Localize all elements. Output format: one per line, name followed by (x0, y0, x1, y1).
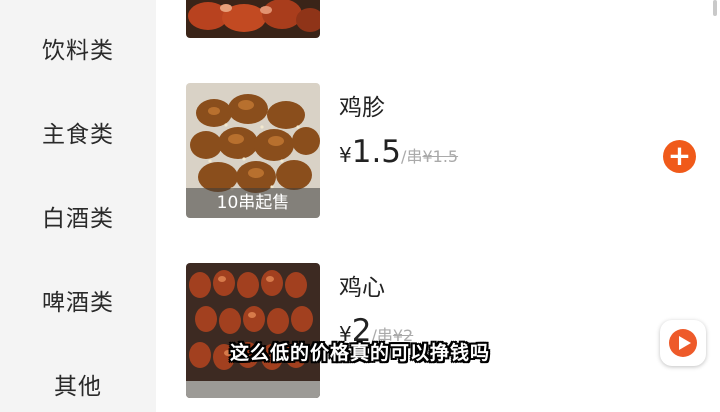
sidebar-item-baijiu[interactable]: 白酒类 (0, 199, 156, 233)
video-subtitle: 这么低的价格真的可以挣钱吗 (229, 342, 490, 364)
product-image-partial[interactable] (186, 0, 320, 38)
scrollbar[interactable] (713, 0, 717, 16)
add-to-cart-button[interactable]: + (663, 140, 696, 173)
sidebar-item-beer[interactable]: 啤酒类 (0, 283, 156, 317)
product-name: 鸡胗 (339, 95, 385, 121)
price-unit: /串 (401, 147, 423, 166)
currency-symbol: ¥ (339, 143, 352, 167)
min-order-badge: 10串起售 (186, 188, 320, 218)
sidebar-item-staples[interactable]: 主食类 (0, 115, 156, 149)
sidebar-item-other[interactable]: 其他 (0, 367, 156, 401)
product-name: 鸡心 (339, 275, 385, 301)
product-image[interactable] (186, 263, 320, 398)
price-value: 1.5 (351, 134, 402, 170)
app-screen: 饮料类 主食类 白酒类 啤酒类 其他 10串起售 鸡胗 ¥1.5/串¥1.5 +… (0, 0, 720, 412)
product-price: ¥1.5/串¥1.5 (339, 134, 458, 170)
sidebar-item-drinks[interactable]: 饮料类 (0, 31, 156, 65)
original-price: ¥1.5 (422, 147, 459, 166)
product-image[interactable]: 10串起售 (186, 83, 320, 218)
